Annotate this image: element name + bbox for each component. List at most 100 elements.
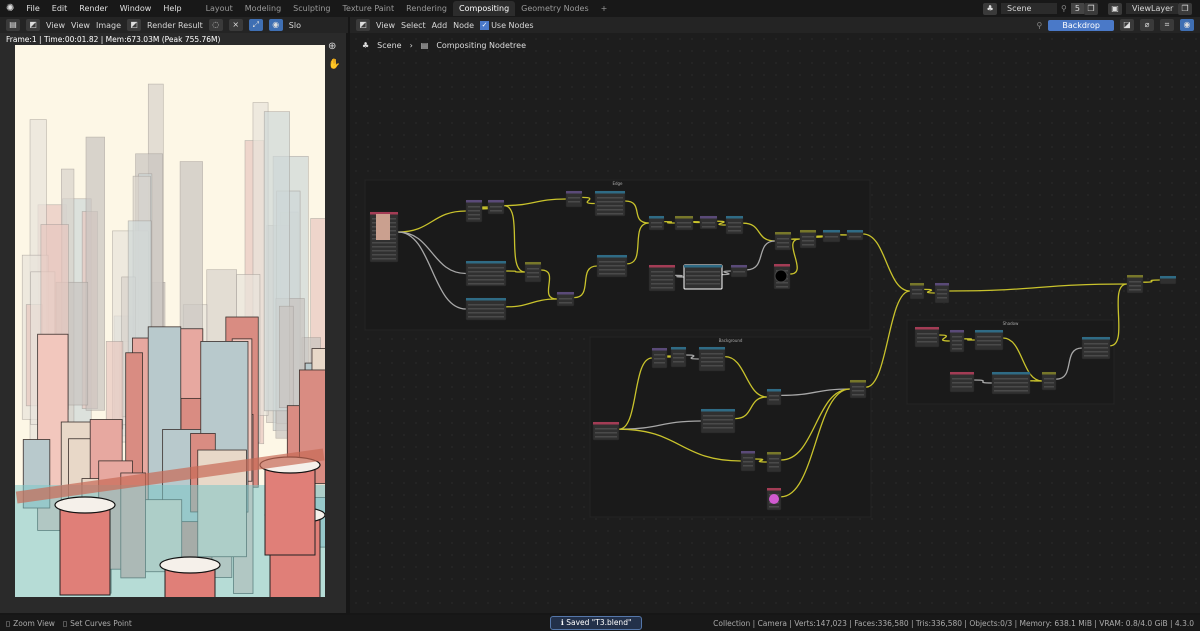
tab-layout[interactable]: Layout — [200, 1, 239, 16]
new-view-layer-icon[interactable]: ❐ — [1178, 2, 1192, 15]
node[interactable] — [487, 199, 505, 215]
node[interactable] — [849, 379, 867, 399]
menu-file[interactable]: File — [20, 4, 45, 13]
node[interactable] — [465, 297, 507, 321]
node-link — [692, 220, 701, 224]
node-header — [1160, 276, 1176, 279]
image-browse-icon[interactable]: ◩ — [127, 19, 142, 31]
close-image-icon[interactable]: × — [228, 19, 243, 31]
editor-type-icon[interactable]: ◩ — [356, 19, 370, 31]
menu-edit[interactable]: Edit — [46, 4, 74, 13]
node-header — [525, 262, 541, 265]
view-menu-2[interactable]: View — [71, 21, 90, 30]
node[interactable] — [596, 254, 628, 278]
view-layer-icon[interactable]: ▣ — [1108, 2, 1122, 15]
node[interactable] — [465, 260, 507, 287]
view-layer-field[interactable]: ViewLayer — [1126, 3, 1178, 14]
node[interactable] — [949, 371, 975, 393]
node-header — [466, 261, 506, 264]
node-header — [800, 230, 816, 233]
node-menu[interactable]: Node — [453, 21, 474, 30]
node[interactable] — [822, 229, 841, 243]
node[interactable] — [698, 346, 726, 372]
tab-geometry-nodes[interactable]: Geometry Nodes — [515, 1, 594, 16]
node[interactable] — [1081, 336, 1111, 360]
node[interactable] — [699, 215, 718, 230]
blender-logo-icon[interactable]: ✺ — [0, 3, 20, 14]
node[interactable] — [524, 261, 542, 283]
menu-help[interactable]: Help — [157, 4, 187, 13]
node[interactable] — [674, 215, 694, 231]
node[interactable] — [592, 421, 620, 441]
tab-sculpting[interactable]: Sculpting — [287, 1, 336, 16]
view-mode-icon[interactable]: ◩ — [26, 19, 40, 31]
node[interactable] — [730, 264, 748, 278]
zoom-icon[interactable]: ⊕ — [328, 41, 336, 52]
node[interactable] — [934, 282, 950, 304]
node-editor[interactable]: ♣ Scene › ▤ Compositing Nodetree Edge Bac… — [350, 33, 1200, 613]
menu-window[interactable]: Window — [114, 4, 158, 13]
node[interactable] — [974, 329, 1004, 351]
tab-texture-paint[interactable]: Texture Paint — [337, 1, 401, 16]
hand-pan-icon[interactable]: ✋ — [328, 59, 340, 70]
backdrop-button[interactable]: Backdrop — [1048, 19, 1114, 31]
node[interactable] — [594, 190, 626, 217]
node[interactable] — [683, 264, 723, 290]
scene-icon[interactable]: ♣ — [983, 2, 998, 15]
node[interactable] — [648, 264, 676, 292]
use-nodes-checkbox[interactable]: ✓ — [480, 20, 490, 30]
slot-menu[interactable]: Slo — [289, 21, 301, 30]
node[interactable] — [766, 451, 782, 473]
view-menu[interactable]: View — [376, 21, 395, 30]
add-menu[interactable]: Add — [432, 21, 448, 30]
new-scene-icon[interactable]: ❐ — [1084, 2, 1098, 15]
image-editor[interactable]: Frame:1 | Time:00:01.82 | Mem:673.03M (P… — [0, 33, 346, 613]
pin-icon[interactable]: ⚲ — [1061, 4, 1067, 13]
node[interactable] — [914, 326, 940, 348]
node[interactable] — [556, 291, 575, 307]
node-header — [466, 200, 482, 203]
node[interactable] — [648, 215, 665, 231]
editor-type-icon[interactable]: ▤ — [6, 19, 20, 31]
tab-rendering[interactable]: Rendering — [400, 1, 453, 16]
node[interactable] — [991, 371, 1031, 395]
node[interactable] — [799, 229, 817, 249]
node[interactable] — [740, 450, 756, 472]
node[interactable] — [846, 229, 864, 241]
fake-user-icon[interactable]: ◌ — [208, 19, 223, 31]
node[interactable] — [909, 282, 925, 300]
scene-users[interactable]: 5 — [1070, 3, 1084, 14]
snap-target-icon[interactable]: ⌗ — [1160, 19, 1174, 31]
overlay-icon[interactable]: ◉ — [268, 19, 283, 31]
node-header — [488, 200, 504, 203]
node[interactable] — [1159, 275, 1177, 285]
select-menu[interactable]: Select — [401, 21, 426, 30]
node-graph[interactable]: Edge Background Shadow — [350, 33, 1200, 613]
node[interactable] — [949, 329, 965, 353]
backdrop-channels-icon[interactable]: ◪ — [1120, 19, 1134, 31]
node[interactable] — [1126, 274, 1144, 294]
add-workspace-button[interactable]: + — [595, 1, 614, 16]
gizmo-icon[interactable]: ⤢ — [248, 19, 263, 31]
node[interactable] — [465, 199, 483, 223]
node[interactable] — [700, 408, 736, 434]
image-menu[interactable]: Image — [96, 21, 121, 30]
snap-icon[interactable]: ⌀ — [1140, 19, 1154, 31]
image-name-field[interactable]: Render Result — [147, 21, 203, 30]
scene-field[interactable]: Scene — [1001, 3, 1058, 14]
node[interactable] — [725, 215, 744, 235]
node[interactable] — [766, 388, 782, 406]
menu-render[interactable]: Render — [73, 4, 113, 13]
node[interactable] — [670, 346, 687, 368]
node[interactable] — [774, 231, 792, 251]
tab-compositing[interactable]: Compositing — [453, 1, 516, 16]
overlay-icon[interactable]: ◉ — [1180, 19, 1194, 31]
tab-modeling[interactable]: Modeling — [239, 1, 287, 16]
status-zoom-view: Zoom View — [13, 618, 55, 628]
node[interactable] — [1041, 371, 1057, 391]
node[interactable] — [565, 190, 583, 208]
view-menu[interactable]: View — [46, 21, 65, 30]
node[interactable] — [651, 347, 668, 369]
pin-icon[interactable]: ⚲ — [1037, 21, 1043, 30]
node-header — [847, 230, 863, 233]
